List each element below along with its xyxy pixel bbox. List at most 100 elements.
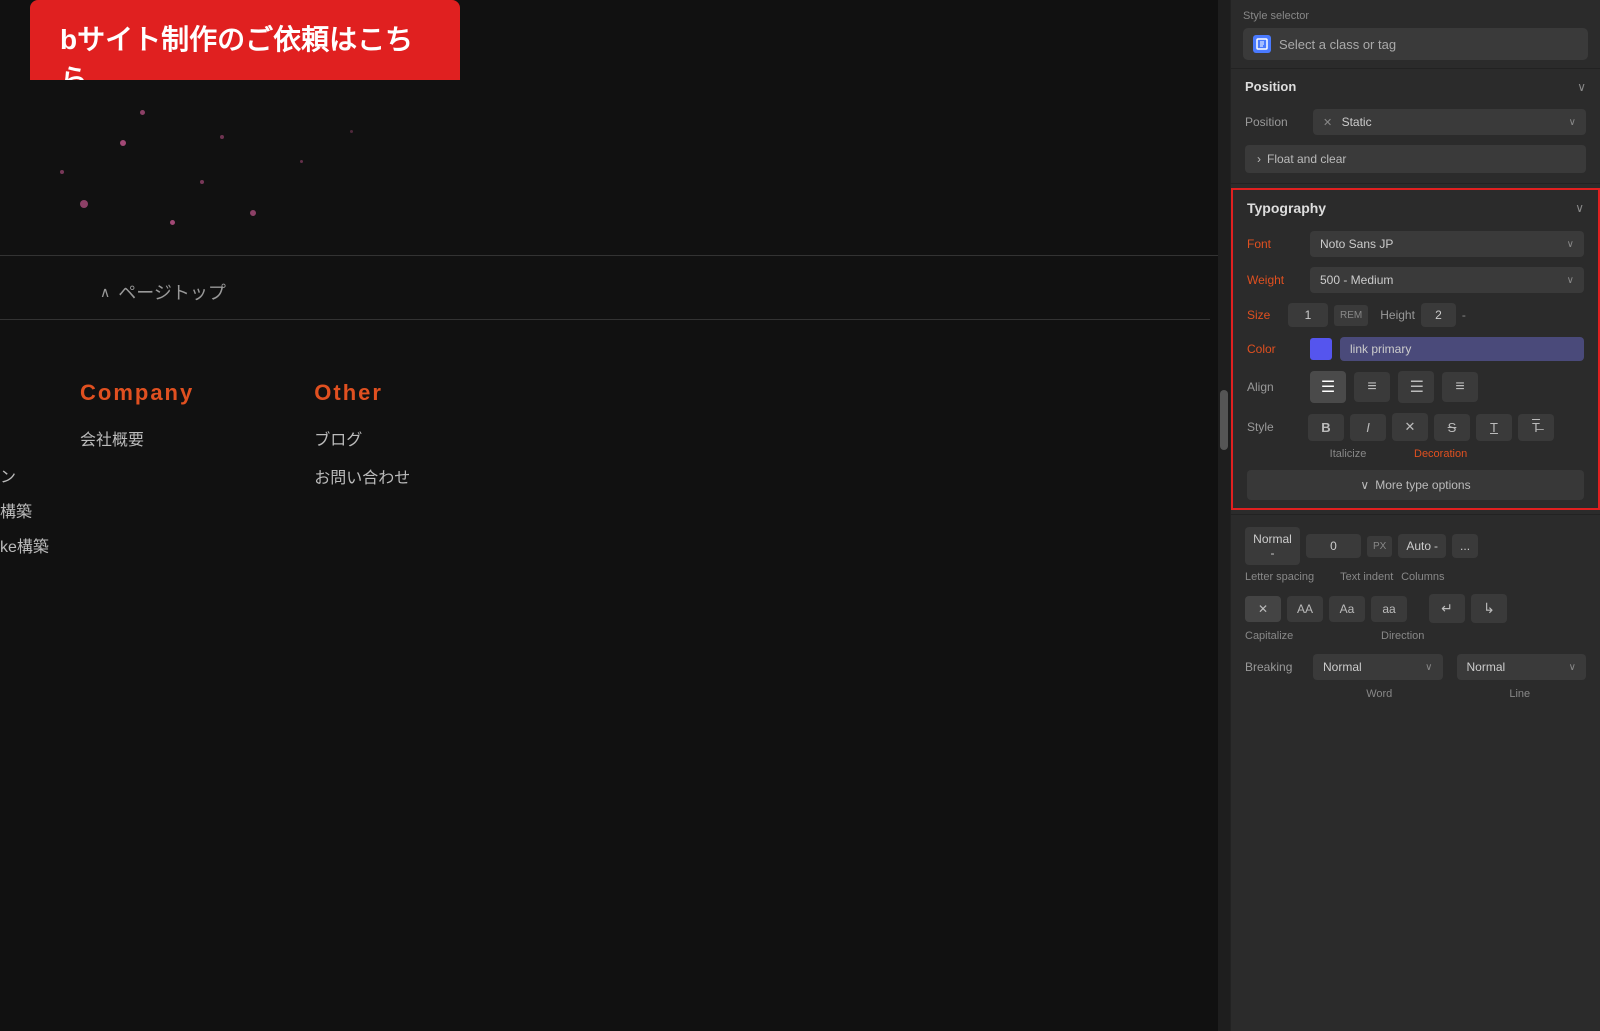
- style-selector-label: Style selector: [1243, 10, 1588, 22]
- height-input[interactable]: 2: [1421, 303, 1456, 327]
- breaking-line-label: Line: [1454, 688, 1587, 700]
- direction-label: Direction: [1381, 630, 1424, 642]
- cap-lc-val: aa: [1382, 602, 1395, 616]
- color-label: Color: [1247, 342, 1302, 356]
- columns-more-btn[interactable]: ...: [1452, 534, 1478, 558]
- left-text-item-2: 構築: [0, 495, 49, 530]
- position-x-icon: ✕: [1323, 117, 1332, 129]
- cap-dir-labels: Capitalize Direction: [1231, 628, 1600, 648]
- left-text-item-3: ke構築: [0, 530, 49, 565]
- columns-label: Columns: [1401, 571, 1456, 583]
- footer-content: Company 会社概要 Other ブログ お問い合わせ: [80, 380, 410, 502]
- position-dropdown-icon: ∨: [1569, 117, 1576, 128]
- cap-title-btn[interactable]: Aa: [1329, 596, 1365, 622]
- weight-label: Weight: [1247, 273, 1302, 287]
- breaking-labels-row: Word Line: [1231, 686, 1600, 706]
- position-value: Static: [1342, 115, 1372, 129]
- position-row: Position ✕ Static ∨: [1231, 104, 1600, 140]
- align-left-btn[interactable]: ☰: [1310, 371, 1346, 403]
- letter-spacing-value: Normal: [1253, 532, 1292, 546]
- text-indent-select[interactable]: Auto -: [1398, 534, 1446, 558]
- height-label: Height: [1380, 308, 1415, 322]
- float-clear-btn[interactable]: › Float and clear: [1245, 145, 1586, 173]
- capitalize-label: Capitalize: [1245, 630, 1375, 642]
- size-label: Size: [1247, 308, 1282, 322]
- typography-header[interactable]: Typography ∨: [1233, 190, 1598, 226]
- divider-line: [0, 255, 1230, 256]
- footer-other-item-1: ブログ: [314, 426, 410, 450]
- align-row: Align ☰ ≡ ☰ ≡: [1233, 366, 1598, 408]
- size-value: 1: [1305, 308, 1312, 322]
- cap-none-btn[interactable]: ✕: [1245, 596, 1281, 622]
- letter-spacing-num-val: 0: [1330, 539, 1337, 553]
- style-selector-input[interactable]: Select a class or tag: [1243, 28, 1588, 60]
- typography-section: Typography ∨ Font Noto Sans JP ∨ Weight …: [1231, 188, 1600, 510]
- text-indent-label: Text indent: [1340, 571, 1395, 583]
- text-indent-dash: -: [1434, 539, 1438, 553]
- italic-btn[interactable]: I: [1350, 414, 1386, 441]
- bold-btn[interactable]: B: [1308, 414, 1344, 441]
- breaking-row: Breaking Normal ∨ Normal ∨: [1231, 648, 1600, 686]
- more-type-expanded: Normal - 0 PX Auto - ... Letter spacing …: [1231, 514, 1600, 714]
- align-justify-btn[interactable]: ≡: [1442, 372, 1478, 402]
- footer-col-company: Company 会社概要: [80, 380, 194, 502]
- typography-chevron: ∨: [1575, 201, 1584, 215]
- page-top-label: ページトップ: [118, 279, 226, 305]
- no-style-btn[interactable]: ✕: [1392, 413, 1428, 441]
- dir-rtl-btn[interactable]: ↳: [1471, 594, 1507, 623]
- dir-ltr-icon: ↵: [1441, 600, 1453, 616]
- font-label: Font: [1247, 237, 1302, 251]
- color-preview[interactable]: [1310, 338, 1332, 360]
- size-row: Size 1 REM Height 2 -: [1233, 298, 1598, 332]
- align-center-btn[interactable]: ≡: [1354, 372, 1390, 402]
- columns-more-val: ...: [1460, 539, 1470, 553]
- color-value[interactable]: link primary: [1340, 337, 1584, 361]
- float-clear-label: Float and clear: [1267, 152, 1346, 166]
- more-type-options-btn[interactable]: ∨ More type options: [1247, 470, 1584, 500]
- size-input[interactable]: 1: [1288, 303, 1328, 327]
- style-label: Style: [1247, 420, 1302, 434]
- right-panel: Style selector Select a class or tag Pos…: [1230, 0, 1600, 1031]
- cap-a-val: Aa: [1340, 602, 1355, 616]
- height-dash: -: [1462, 308, 1466, 322]
- position-select[interactable]: ✕ Static ∨: [1313, 109, 1586, 135]
- style-labels-row: Italicize Decoration: [1233, 446, 1598, 465]
- more-type-label: More type options: [1375, 478, 1470, 492]
- font-value: Noto Sans JP: [1320, 237, 1393, 251]
- strikethrough-btn[interactable]: S: [1434, 414, 1470, 441]
- breaking-line-chevron: ∨: [1569, 662, 1576, 673]
- dir-rtl-icon: ↳: [1483, 600, 1495, 616]
- more-type-chevron: ∨: [1360, 478, 1369, 492]
- weight-value: 500 - Medium: [1320, 273, 1393, 287]
- page-top-section[interactable]: ∧ ページトップ: [0, 265, 1210, 320]
- letter-spacing-select[interactable]: Normal -: [1245, 527, 1300, 565]
- capitalize-row: ✕ AA Aa aa ↵ ↳: [1231, 589, 1600, 628]
- position-title: Position: [1245, 79, 1296, 94]
- font-row: Font Noto Sans JP ∨: [1233, 226, 1598, 262]
- breaking-word-chevron: ∨: [1425, 662, 1432, 673]
- letter-spacing-dash: -: [1271, 546, 1275, 560]
- style-row: Style B I ✕ S T T̶: [1233, 408, 1598, 446]
- align-right-btn[interactable]: ☰: [1398, 371, 1434, 403]
- dir-ltr-btn[interactable]: ↵: [1429, 594, 1465, 623]
- height-value: 2: [1435, 308, 1442, 322]
- letter-spacing-label: Letter spacing: [1245, 571, 1314, 583]
- cap-lower-btn[interactable]: aa: [1371, 596, 1407, 622]
- footer-company-title: Company: [80, 380, 194, 406]
- spacing-labels-row: Letter spacing Text indent Columns: [1231, 569, 1600, 589]
- selector-icon: [1253, 35, 1271, 53]
- breaking-word-label: Word: [1313, 688, 1446, 700]
- cap-upper-btn[interactable]: AA: [1287, 596, 1323, 622]
- position-header[interactable]: Position ∨: [1231, 69, 1600, 104]
- font-select[interactable]: Noto Sans JP ∨: [1310, 231, 1584, 257]
- float-clear-chevron: ›: [1257, 152, 1261, 166]
- weight-select[interactable]: 500 - Medium ∨: [1310, 267, 1584, 293]
- overline-btn[interactable]: T̶: [1518, 414, 1554, 441]
- scrollbar-thumb[interactable]: [1220, 390, 1228, 450]
- letter-spacing-num[interactable]: 0: [1306, 534, 1361, 558]
- cap-aa-val: AA: [1297, 602, 1313, 616]
- underline-btn[interactable]: T: [1476, 414, 1512, 441]
- align-label: Align: [1247, 380, 1302, 394]
- breaking-word-select[interactable]: Normal ∨: [1313, 654, 1443, 680]
- breaking-line-select[interactable]: Normal ∨: [1457, 654, 1587, 680]
